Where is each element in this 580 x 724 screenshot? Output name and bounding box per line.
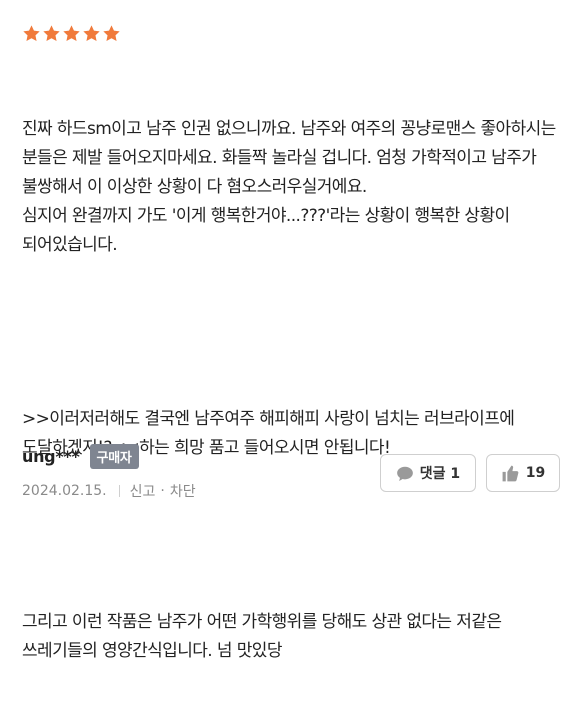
report-link[interactable]: 신고	[130, 481, 156, 501]
review-meta: 2024.02.15. 신고 · 차단	[22, 481, 196, 501]
star-icon	[62, 24, 81, 43]
comment-label: 댓글 1	[419, 466, 461, 482]
divider	[118, 485, 120, 497]
separator-dot: ·	[160, 483, 165, 499]
star-icon	[22, 24, 41, 43]
author-row: ung*** 구매자	[22, 444, 139, 469]
review-paragraph: 진짜 하드sm이고 남주 인권 없으니까요. 남주와 여주의 꽁냥로맨스 좋아하…	[22, 119, 556, 255]
star-rating	[22, 24, 121, 43]
review-date: 2024.02.15.	[22, 483, 107, 499]
review-card: 진짜 하드sm이고 남주 인권 없으니까요. 남주와 여주의 꽁냥로맨스 좋아하…	[0, 0, 580, 661]
star-icon	[102, 24, 121, 43]
thumbs-up-icon	[501, 464, 520, 483]
block-link[interactable]: 차단	[170, 481, 196, 501]
review-paragraph: 그리고 이런 작품은 남주가 어떤 가학행위를 당해도 상관 없다는 저같은 쓰…	[22, 612, 507, 661]
comment-button[interactable]: 댓글 1	[380, 454, 476, 492]
review-body: 진짜 하드sm이고 남주 인권 없으니까요. 남주와 여주의 꽁냥로맨스 좋아하…	[22, 57, 562, 724]
like-button[interactable]: 19	[486, 454, 560, 492]
review-actions: 댓글 1 19	[380, 454, 560, 492]
speech-bubble-icon	[396, 465, 414, 482]
star-icon	[42, 24, 61, 43]
star-icon	[82, 24, 101, 43]
like-count: 19	[525, 465, 546, 481]
buyer-badge: 구매자	[89, 444, 139, 469]
author-name: ung***	[22, 447, 80, 466]
